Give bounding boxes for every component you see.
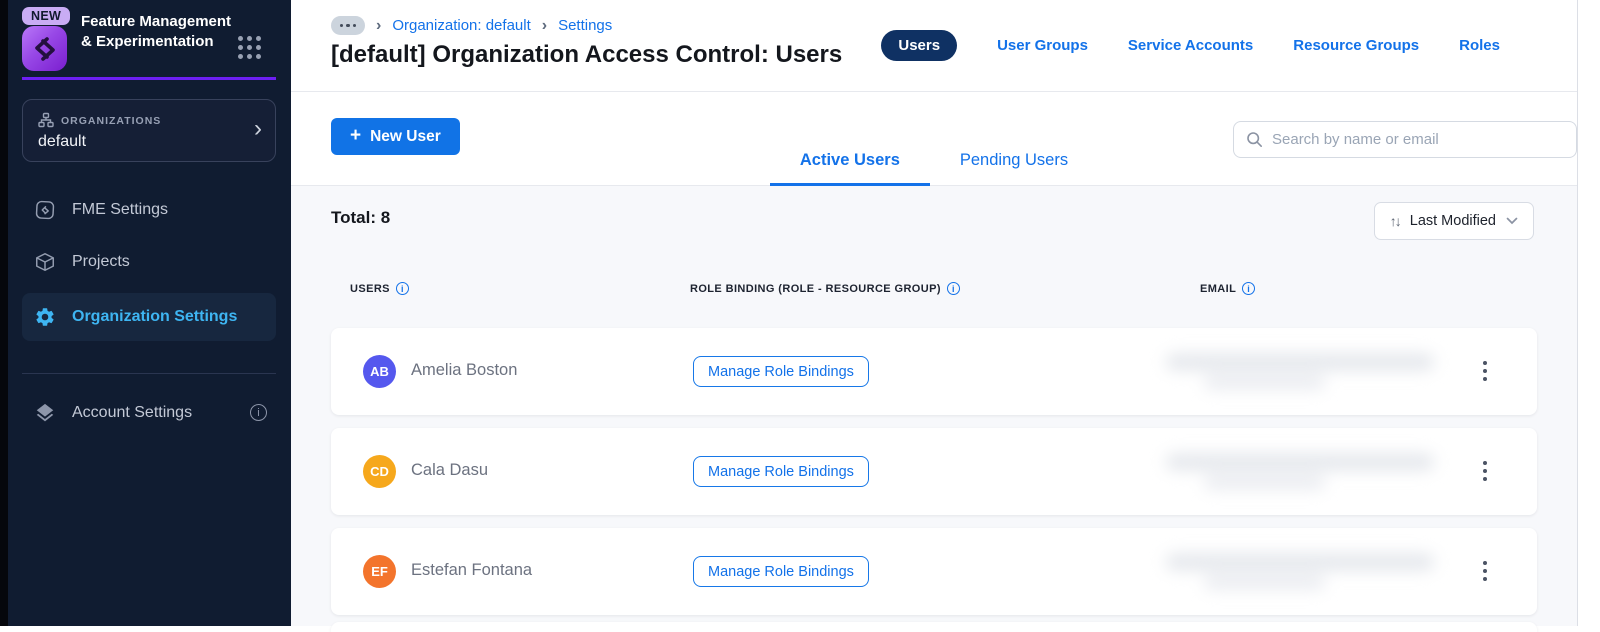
table-header-row: USERS i ROLE BINDING (ROLE - RESOURCE GR… (291, 282, 1577, 298)
sidebar: NEW Feature Management & Experimentation… (8, 0, 291, 626)
redacted-email (1166, 548, 1434, 596)
user-name: Cala Dasu (411, 461, 489, 479)
tab-active-users[interactable]: Active Users (769, 151, 930, 186)
manage-role-bindings-button[interactable]: Manage Role Bindings (693, 456, 869, 487)
page-title: [default] Organization Access Control: U… (331, 41, 843, 68)
avatar: EF (363, 555, 396, 588)
sidebar-divider (22, 373, 276, 374)
chevron-separator-icon: › (376, 16, 382, 34)
table-row: EF Estefan Fontana Manage Role Bindings (331, 528, 1537, 615)
chevron-separator-icon: › (541, 16, 548, 34)
search-icon (1246, 131, 1263, 148)
info-icon[interactable]: i (946, 282, 960, 295)
tab-user-groups[interactable]: User Groups (997, 37, 1088, 54)
table-row: AB Amelia Boston Manage Role Bindings (331, 328, 1537, 415)
info-icon[interactable]: i (1242, 282, 1256, 295)
avatar: CD (363, 455, 396, 488)
table-row: CD Cala Dasu Manage Role Bindings (331, 428, 1537, 515)
page-header: › Organization: default › Settings [defa… (291, 0, 1577, 92)
breadcrumb-link-settings[interactable]: Settings (558, 17, 612, 34)
org-tree-icon (38, 112, 54, 128)
organization-value: default (38, 133, 87, 150)
column-header-role-binding: ROLE BINDING (ROLE - RESOURCE GROUP) (690, 282, 941, 295)
redacted-email (1166, 348, 1434, 396)
chevron-down-icon (1506, 217, 1518, 225)
sidebar-item-label: Organization Settings (72, 308, 238, 325)
screen-edge-strip (0, 0, 8, 626)
user-name: Amelia Boston (411, 361, 518, 379)
column-header-email: EMAIL (1200, 282, 1237, 295)
tab-resource-groups[interactable]: Resource Groups (1293, 37, 1419, 54)
row-menu-button[interactable] (1471, 553, 1499, 589)
tab-service-accounts[interactable]: Service Accounts (1128, 37, 1253, 54)
sidebar-item-account-settings[interactable]: Account Settings (22, 391, 276, 435)
tab-roles[interactable]: Roles (1459, 37, 1500, 54)
projects-cube-icon (34, 251, 56, 273)
row-menu-button[interactable] (1471, 453, 1499, 489)
sidebar-item-fme-settings[interactable]: FME Settings (22, 188, 276, 232)
organizations-label: ORGANIZATIONS (61, 115, 162, 127)
layers-icon (34, 402, 56, 424)
sidebar-item-label: Projects (72, 253, 130, 270)
search-box (1233, 121, 1577, 158)
organization-selector[interactable]: ORGANIZATIONS default › (22, 99, 276, 162)
avatar: AB (363, 355, 396, 388)
sort-value: Last Modified (1409, 213, 1496, 229)
app-window: NEW Feature Management & Experimentation… (0, 0, 1600, 632)
account-info-icon[interactable]: i (250, 404, 267, 421)
breadcrumb-link-organization[interactable]: Organization: default (392, 17, 530, 34)
breadcrumb: › Organization: default › Settings (331, 16, 612, 35)
app-title: Feature Management & Experimentation (81, 13, 232, 50)
sidebar-item-label: FME Settings (72, 201, 169, 218)
user-name: Estefan Fontana (411, 561, 533, 579)
apps-grid-icon[interactable] (238, 36, 261, 59)
app-logo-icon (22, 26, 67, 71)
sort-dropdown[interactable]: ↑↓ Last Modified (1373, 202, 1534, 240)
info-icon[interactable]: i (395, 282, 409, 295)
total-count: Total: 8 (331, 208, 391, 227)
brand-divider (22, 77, 276, 80)
new-badge: NEW (22, 7, 71, 25)
chevron-right-icon: › (254, 115, 262, 142)
tab-users[interactable]: Users (881, 30, 958, 61)
users-list-panel: Total: 8 ↑↓ Last Modified USERS i ROLE B… (291, 186, 1577, 632)
breadcrumb-ellipsis-button[interactable] (331, 16, 365, 35)
redacted-email (1166, 448, 1434, 496)
fme-settings-icon (34, 199, 56, 221)
sidebar-item-projects[interactable]: Projects (22, 240, 276, 284)
row-menu-button[interactable] (1471, 353, 1499, 389)
sidebar-item-label: Account Settings (72, 404, 193, 421)
toolbar: + New User Active Users Pending Users (291, 92, 1577, 186)
table-row-partial (331, 622, 1537, 632)
manage-role-bindings-button[interactable]: Manage Role Bindings (693, 356, 869, 387)
sort-arrows-icon: ↑↓ (1389, 213, 1402, 229)
sidebar-item-organization-settings[interactable]: Organization Settings (22, 293, 276, 341)
access-control-tabs: Users User Groups Service Accounts Resou… (881, 30, 1500, 61)
column-header-users: USERS (350, 282, 390, 295)
tab-pending-users[interactable]: Pending Users (930, 151, 1098, 186)
manage-role-bindings-button[interactable]: Manage Role Bindings (693, 556, 869, 587)
search-input[interactable] (1272, 131, 1564, 148)
main-content: › Organization: default › Settings [defa… (291, 0, 1578, 632)
gear-icon (34, 306, 56, 328)
